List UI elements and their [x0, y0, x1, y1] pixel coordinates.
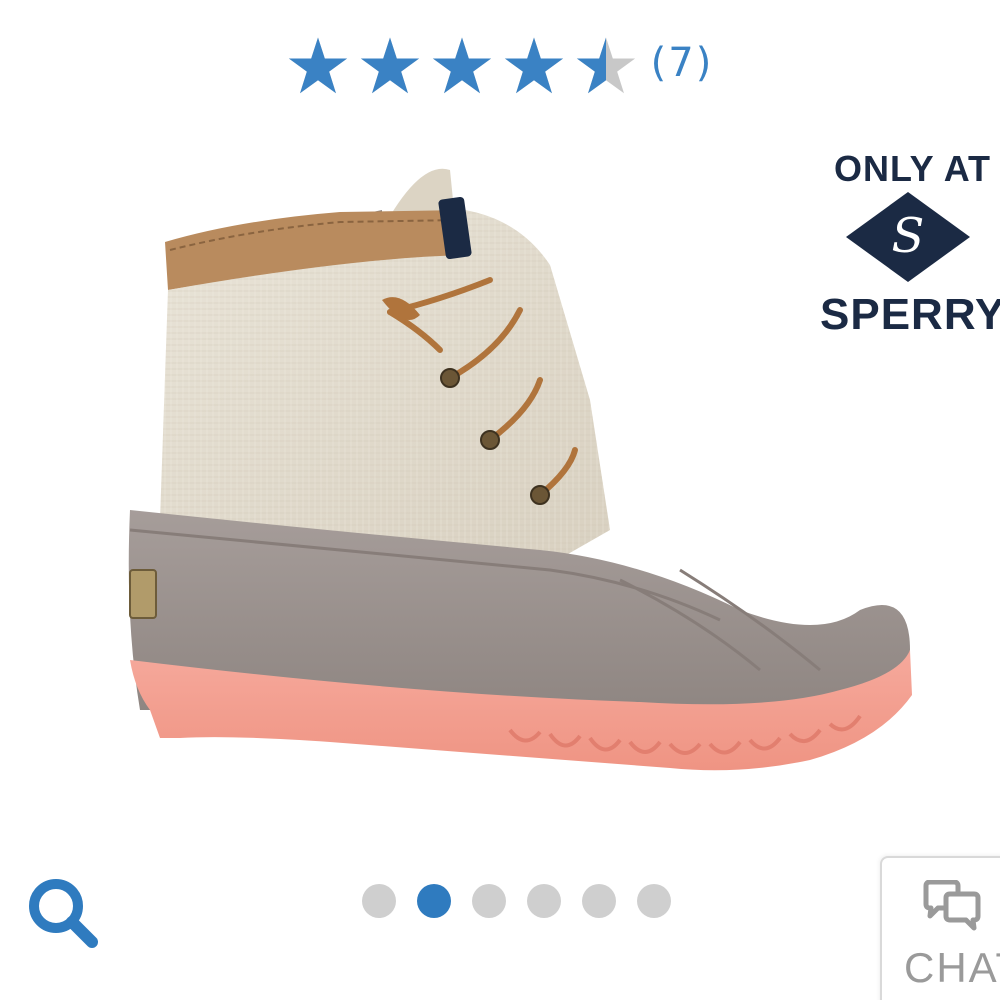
carousel-dot[interactable]	[527, 884, 561, 918]
product-page: (7) ONLY AT S SPERRY CHA	[0, 0, 1000, 1000]
carousel-dot[interactable]	[362, 884, 396, 918]
carousel-dot[interactable]	[472, 884, 506, 918]
review-count[interactable]: (7)	[651, 40, 714, 86]
product-image[interactable]	[120, 150, 920, 790]
chat-button[interactable]: CHAT	[880, 856, 1000, 1000]
carousel-dot[interactable]	[582, 884, 616, 918]
sperry-logo-icon: S	[846, 192, 970, 282]
badge-top-text: ONLY AT	[834, 148, 992, 189]
chat-bubbles-icon	[923, 880, 981, 931]
star-full-icon	[504, 37, 563, 94]
search-icon	[29, 879, 98, 948]
star-full-icon	[432, 37, 491, 94]
badge-bottom-text: SPERRY	[820, 290, 1000, 339]
chat-label: CHAT	[904, 944, 1000, 991]
star-full-icon	[288, 37, 347, 94]
only-at-sperry-badge: ONLY AT S SPERRY	[818, 148, 1000, 348]
svg-text:S: S	[892, 208, 925, 264]
carousel-dot[interactable]	[637, 884, 671, 918]
star-half-icon	[576, 37, 635, 94]
carousel-pagination[interactable]	[362, 884, 671, 918]
star-full-icon	[360, 37, 419, 94]
rating-row[interactable]: (7)	[0, 34, 1000, 98]
carousel-dot-active[interactable]	[417, 884, 451, 918]
star-rating[interactable]	[287, 35, 637, 97]
search-button[interactable]	[24, 874, 104, 954]
